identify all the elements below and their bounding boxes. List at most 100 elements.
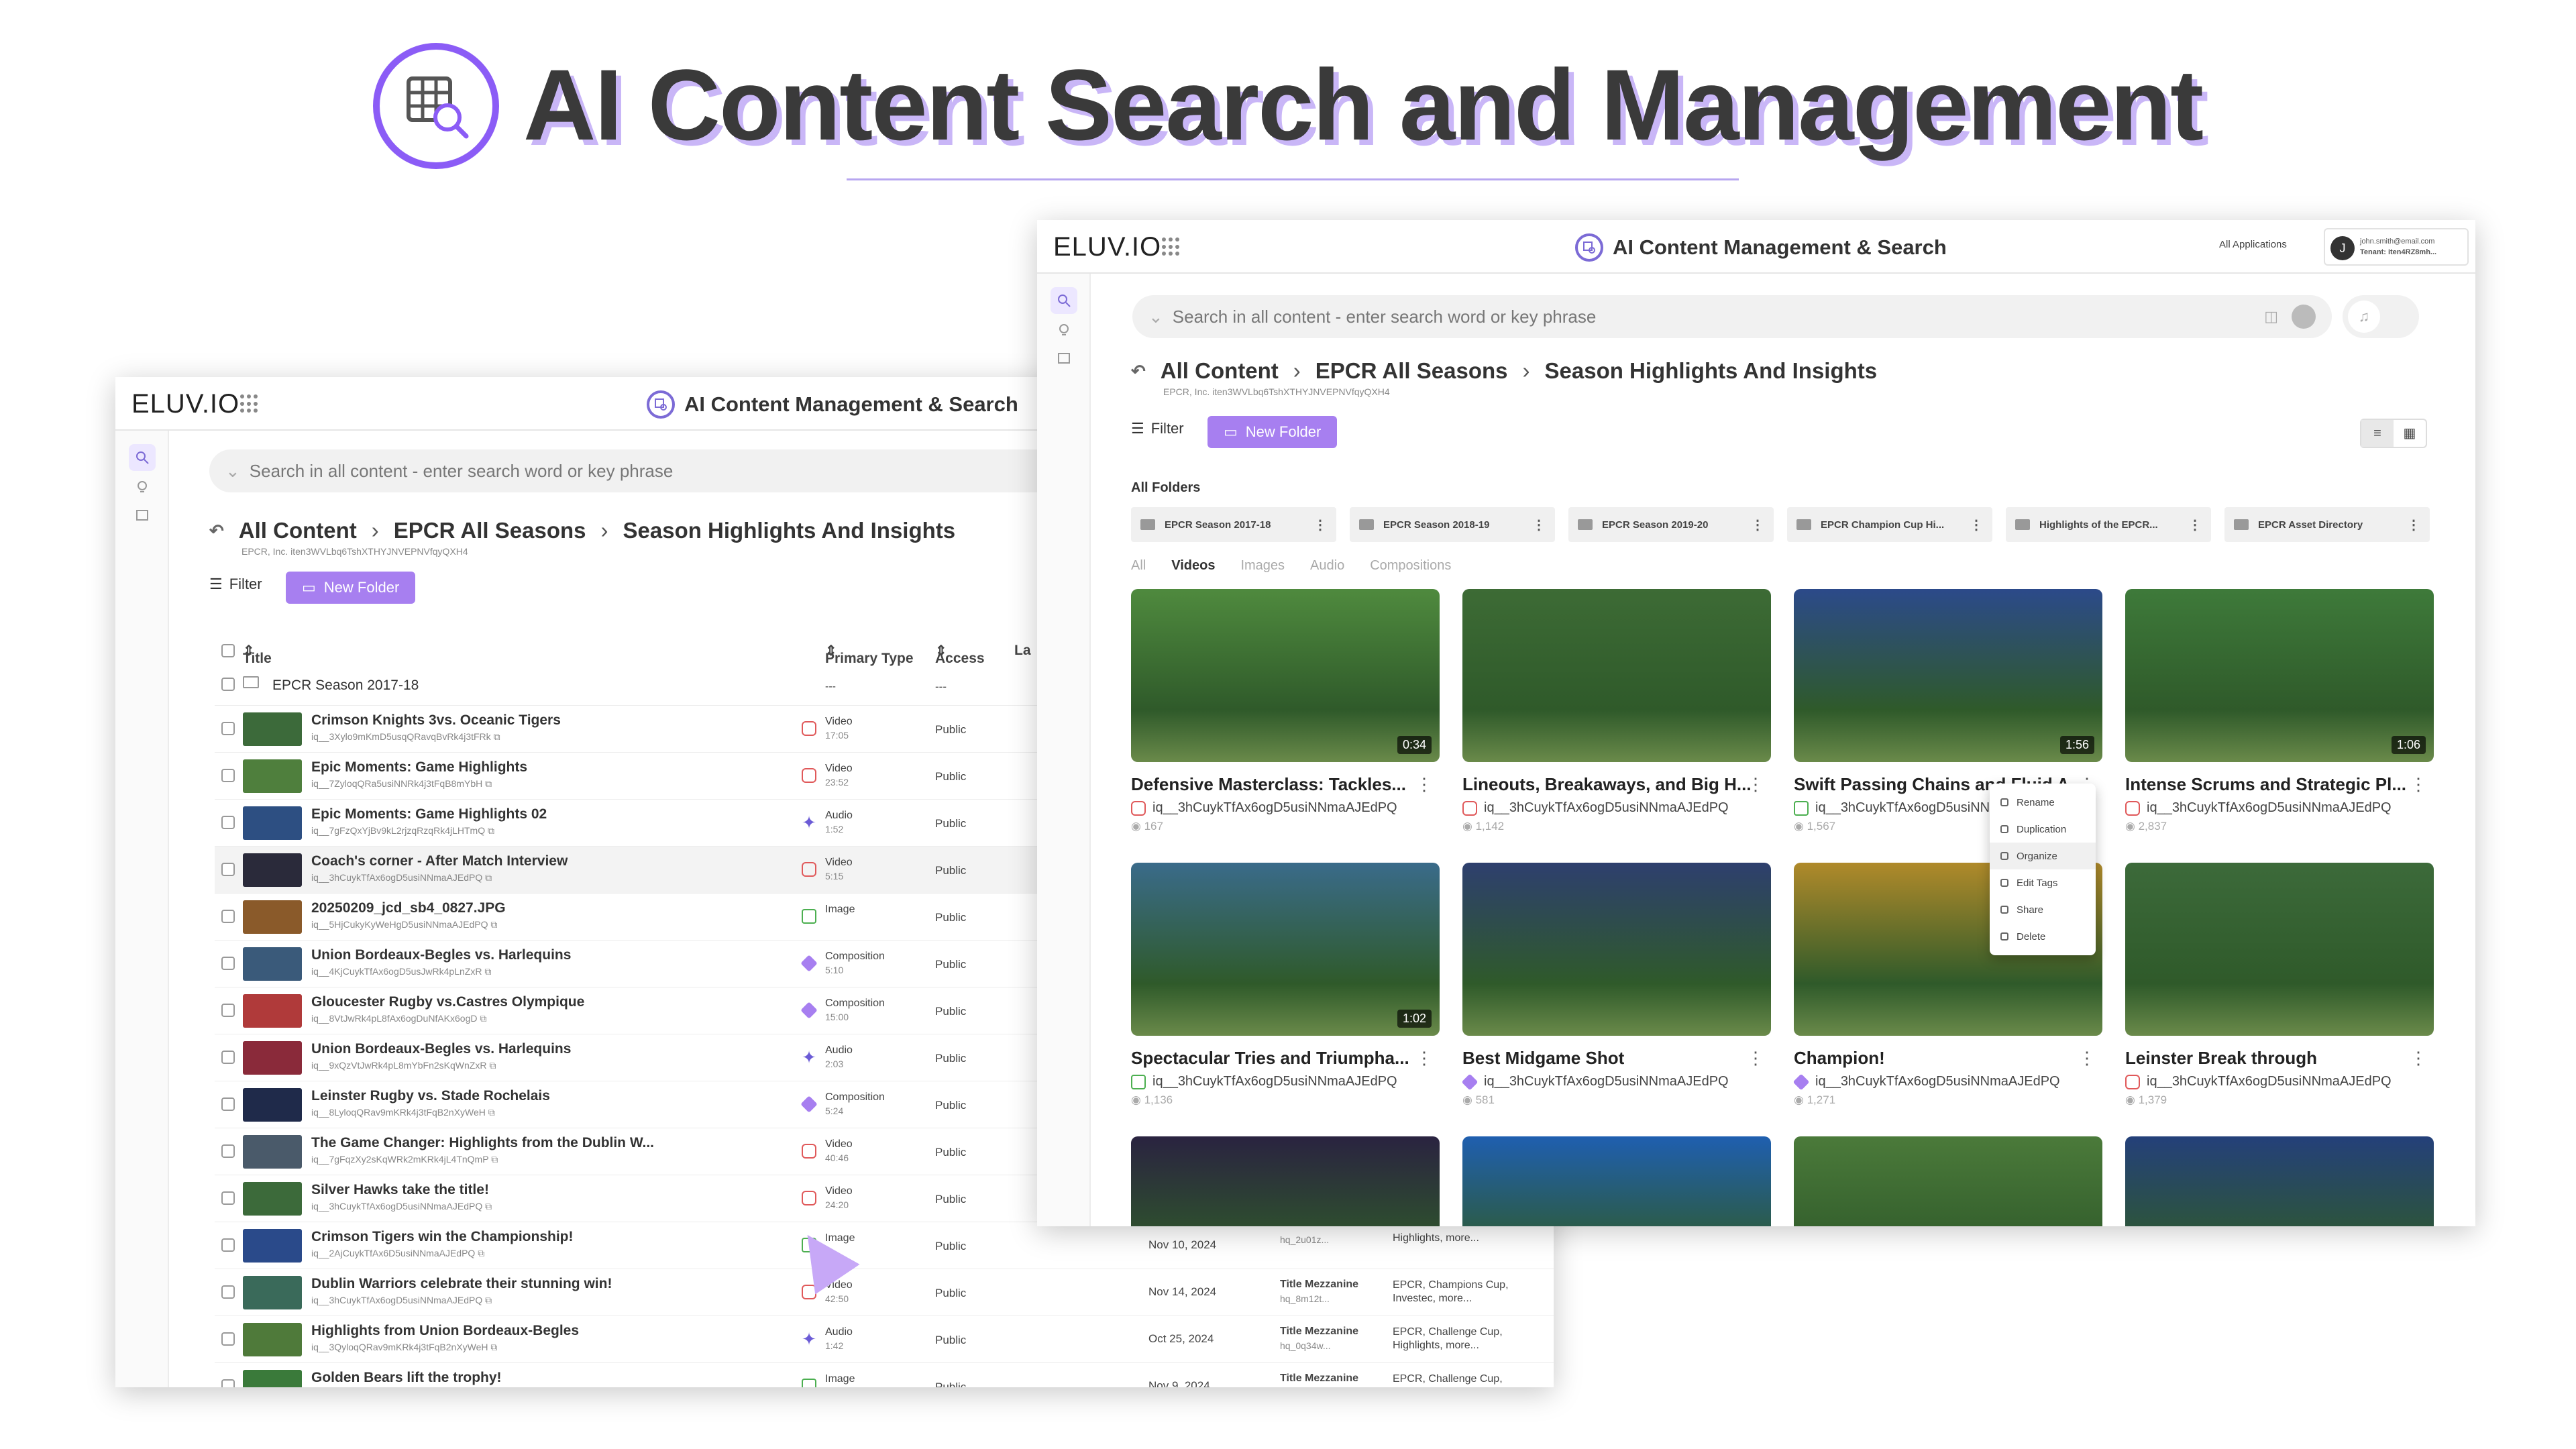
media-thumbnail[interactable] (1794, 1136, 2102, 1226)
copy-icon[interactable]: ⧉ (485, 1295, 492, 1305)
row-tags[interactable]: EPCR, Champions Cup, Investec, more... (1393, 1279, 1540, 1305)
media-card[interactable]: 0:34 Defensive Masterclass: Tackles... ⋮ … (1131, 589, 1440, 833)
media-title-text[interactable]: Best Midgame Shot (1462, 1048, 1624, 1068)
table-row[interactable]: Dublin Warriors celebrate their stunning… (215, 1269, 1554, 1316)
row-checkbox[interactable] (221, 910, 235, 923)
card-more-icon[interactable]: ⋮ (2410, 774, 2427, 795)
filter-button[interactable]: ☰ Filter (209, 576, 262, 593)
tab-audio[interactable]: Audio (1310, 558, 1344, 574)
copy-icon[interactable]: ⧉ (485, 872, 492, 883)
media-thumbnail[interactable] (2125, 1136, 2434, 1226)
row-checkbox[interactable] (221, 1332, 235, 1346)
folder-more-icon[interactable]: ⋮ (1313, 517, 1327, 533)
card-more-icon[interactable]: ⋮ (2410, 1048, 2427, 1069)
row-checkbox[interactable] (221, 678, 235, 691)
media-card[interactable]: 1:02 Spectacular Tries and Triumpha... ⋮ … (1131, 863, 1440, 1107)
select-all-checkbox[interactable] (221, 644, 235, 657)
apps-grid-icon[interactable] (240, 394, 259, 413)
media-card[interactable]: 1:06 Intense Scrums and Strategic Pl... ⋮… (2125, 589, 2434, 833)
media-thumbnail[interactable]: 0:34 (1131, 589, 1440, 762)
new-folder-button[interactable]: ▭ New Folder (1208, 416, 1338, 448)
menu-item-edit-tags[interactable]: Edit Tags (1990, 869, 2096, 896)
row-title[interactable]: Highlights from Union Bordeaux-Begles (311, 1323, 579, 1339)
table-row[interactable]: Golden Bears lift the trophy! iq__3hCuyk… (215, 1363, 1554, 1387)
search-nav-icon[interactable] (1051, 287, 1077, 314)
row-checkbox[interactable] (221, 1379, 235, 1387)
row-title[interactable]: Golden Bears lift the trophy! (311, 1370, 502, 1386)
row-title[interactable]: Union Bordeaux-Begles vs. Harlequins (311, 1041, 571, 1057)
row-checkbox[interactable] (221, 816, 235, 829)
row-title[interactable]: 20250209_jcd_sb4_0827.JPG (311, 900, 506, 916)
breadcrumb-item-epcr-all-seasons[interactable]: EPCR All Seasons (1316, 358, 1508, 384)
media-title-text[interactable]: Champion! (1794, 1048, 1885, 1068)
card-more-icon[interactable]: ⋮ (2078, 1048, 2096, 1069)
tab-all[interactable]: All (1131, 558, 1146, 574)
filter-button[interactable]: ☰ Filter (1131, 420, 1184, 437)
breadcrumb-item-all-content[interactable]: All Content (1161, 358, 1279, 384)
row-tags[interactable]: Highlights, more... (1393, 1232, 1540, 1245)
image-search-icon[interactable]: ◫ (2264, 308, 2278, 325)
card-more-icon[interactable]: ⋮ (1747, 774, 1764, 795)
menu-item-duplication[interactable]: Duplication (1990, 816, 2096, 843)
column-last[interactable]: La (1014, 643, 1031, 659)
copy-icon[interactable]: ⧉ (485, 1201, 492, 1212)
menu-item-delete[interactable]: Delete (1990, 923, 2096, 950)
brand-logo[interactable]: ELUV.IO (1053, 232, 1161, 262)
row-checkbox[interactable] (221, 863, 235, 876)
lightbulb-nav-icon[interactable] (129, 474, 156, 500)
breadcrumb-item-season-highlights[interactable]: Season Highlights And Insights (623, 518, 956, 543)
copy-icon[interactable]: ⧉ (484, 966, 491, 977)
copy-icon[interactable]: ⧉ (494, 731, 500, 742)
row-title[interactable]: Leinster Rugby vs. Stade Rochelais (311, 1088, 550, 1104)
folder-chip[interactable]: Highlights of the EPCR... ⋮ (2006, 507, 2211, 542)
media-thumbnail[interactable] (1462, 1136, 1771, 1226)
back-arrow-icon[interactable]: ↶ (209, 521, 224, 541)
library-nav-icon[interactable] (129, 502, 156, 529)
folder-more-icon[interactable]: ⋮ (1751, 517, 1764, 533)
library-nav-icon[interactable] (1051, 345, 1077, 372)
card-more-icon[interactable]: ⋮ (1747, 1048, 1764, 1069)
copy-icon[interactable]: ⧉ (478, 1248, 484, 1258)
submit-search-icon[interactable] (2292, 305, 2316, 329)
row-checkbox[interactable] (221, 1144, 235, 1158)
media-card[interactable] (1131, 1136, 1440, 1226)
search-nav-icon[interactable] (129, 444, 156, 471)
row-title[interactable]: The Game Changer: Highlights from the Du… (311, 1135, 654, 1151)
row-title[interactable]: Crimson Knights 3vs. Oceanic Tigers (311, 712, 561, 729)
row-title[interactable]: Gloucester Rugby vs.Castres Olympique (311, 994, 584, 1010)
media-thumbnail[interactable] (2125, 863, 2434, 1036)
media-thumbnail[interactable]: 1:06 (2125, 589, 2434, 762)
grid-view-icon[interactable]: ▦ (2394, 420, 2426, 447)
breadcrumb-item-epcr-all-seasons[interactable]: EPCR All Seasons (394, 518, 586, 543)
folder-chip[interactable]: EPCR Champion Cup Hi... ⋮ (1787, 507, 1992, 542)
row-checkbox[interactable] (221, 1097, 235, 1111)
menu-item-organize[interactable]: Organize (1990, 843, 2096, 869)
copy-icon[interactable]: ⧉ (491, 1154, 498, 1165)
tab-compositions[interactable]: Compositions (1370, 558, 1451, 574)
menu-item-rename[interactable]: Rename (1990, 789, 2096, 816)
copy-icon[interactable]: ⧉ (480, 1013, 486, 1024)
media-thumbnail[interactable] (1462, 589, 1771, 762)
row-title[interactable]: Epic Moments: Game Highlights (311, 759, 527, 775)
media-title-text[interactable]: Leinster Break through (2125, 1048, 2317, 1068)
folder-chip[interactable]: EPCR Season 2019-20 ⋮ (1568, 507, 1774, 542)
music-search-toggle[interactable]: ♫ (2343, 295, 2419, 338)
column-title[interactable]: Title ⇕ (243, 643, 272, 666)
media-card[interactable]: Leinster Break through ⋮ iq__3hCuykTfAx6o… (2125, 863, 2434, 1107)
all-applications-link[interactable]: All Applications (2219, 239, 2287, 250)
row-checkbox[interactable] (221, 1285, 235, 1299)
media-card[interactable] (1794, 1136, 2102, 1226)
column-primary-type[interactable]: Primary Type ⇕ (825, 643, 914, 666)
media-card[interactable]: Lineouts, Breakaways, and Big H... ⋮ iq__… (1462, 589, 1771, 833)
row-checkbox[interactable] (221, 1004, 235, 1017)
back-arrow-icon[interactable]: ↶ (1131, 361, 1146, 382)
row-checkbox[interactable] (221, 1238, 235, 1252)
row-title[interactable]: Union Bordeaux-Begles vs. Harlequins (311, 947, 571, 963)
breadcrumb-item-all-content[interactable]: All Content (239, 518, 357, 543)
copy-icon[interactable]: ⧉ (488, 1107, 495, 1118)
row-checkbox[interactable] (221, 957, 235, 970)
brand-logo[interactable]: ELUV.IO (131, 389, 239, 419)
folder-more-icon[interactable]: ⋮ (2407, 517, 2420, 533)
row-checkbox[interactable] (221, 722, 235, 735)
media-title-text[interactable]: Spectacular Tries and Triumpha... (1131, 1048, 1409, 1068)
